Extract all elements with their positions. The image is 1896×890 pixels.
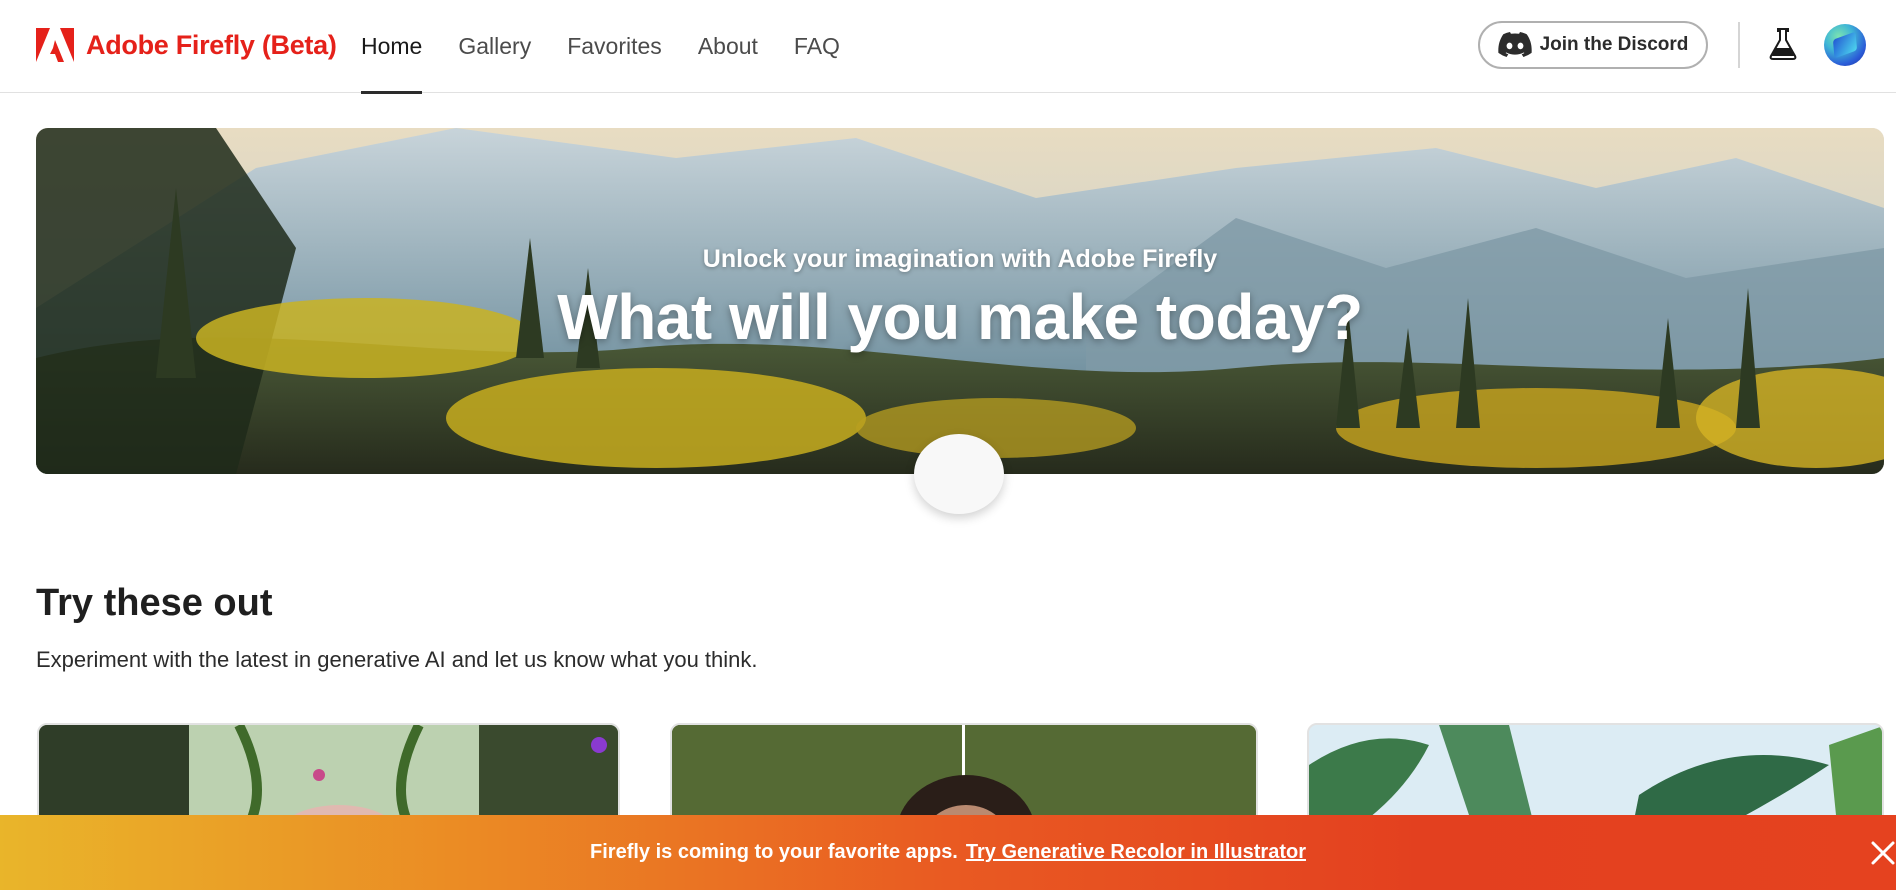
section-description: Experiment with the latest in generative… xyxy=(36,647,758,672)
hero-title: What will you make today? xyxy=(557,281,1363,353)
flask-icon[interactable] xyxy=(1769,28,1797,60)
nav-home[interactable]: Home xyxy=(361,0,423,94)
promo-banner: Firefly is coming to your favorite apps.… xyxy=(0,815,1896,890)
join-discord-button[interactable]: Join the Discord xyxy=(1478,21,1708,69)
header-divider xyxy=(1738,22,1740,68)
banner-text: Firefly is coming to your favorite apps. xyxy=(590,841,958,863)
adobe-logo-icon xyxy=(36,28,74,62)
banner-link[interactable]: Try Generative Recolor in Illustrator xyxy=(966,841,1306,864)
top-header: Adobe Firefly (Beta) Home Gallery Favori… xyxy=(0,0,1896,94)
section-title: Try these out xyxy=(36,582,273,624)
nav-gallery[interactable]: Gallery xyxy=(458,0,531,93)
nav-faq[interactable]: FAQ xyxy=(794,0,840,93)
hero-banner: Unlock your imagination with Adobe Firef… xyxy=(36,128,1884,474)
prompt-bubble[interactable] xyxy=(914,434,1004,514)
user-avatar[interactable] xyxy=(1824,24,1866,66)
join-discord-label: Join the Discord xyxy=(1539,34,1689,55)
close-icon[interactable] xyxy=(1870,840,1896,866)
brand-logo[interactable]: Adobe Firefly (Beta) xyxy=(36,28,337,62)
discord-icon xyxy=(1497,32,1532,57)
nav-about[interactable]: About xyxy=(698,0,758,93)
brand-name: Adobe Firefly (Beta) xyxy=(86,29,337,60)
main-nav: Home Gallery Favorites About FAQ xyxy=(361,0,876,94)
nav-favorites[interactable]: Favorites xyxy=(567,0,662,93)
hero-subtitle: Unlock your imagination with Adobe Firef… xyxy=(702,245,1218,273)
